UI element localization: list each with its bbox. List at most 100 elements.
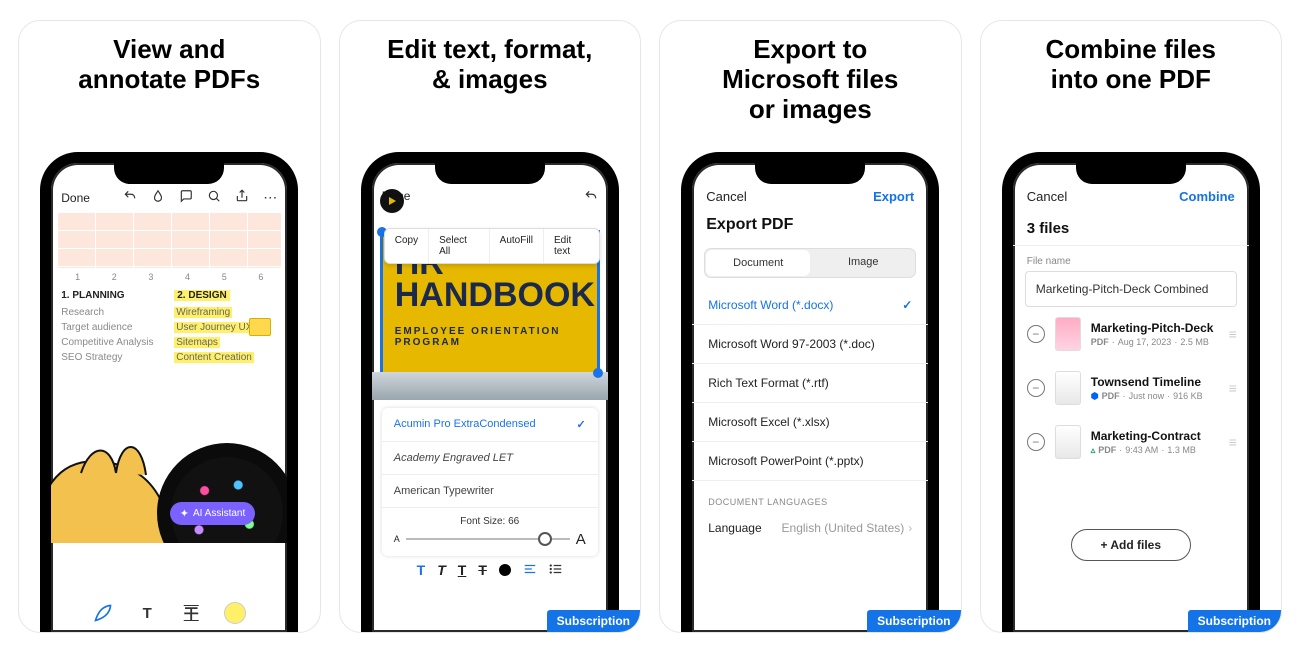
strike-icon[interactable]: T xyxy=(478,562,487,578)
list-item: Target audience xyxy=(61,322,132,333)
chevron-right-icon: › xyxy=(908,521,912,535)
illustration: AI Assistant xyxy=(51,373,287,543)
text-format-toolbar: T T T T xyxy=(372,556,608,585)
undo-icon[interactable] xyxy=(123,189,137,206)
file-thumbnail-icon xyxy=(1055,317,1081,351)
ai-assistant-chip[interactable]: AI Assistant xyxy=(170,502,255,525)
section-label: Document Languages xyxy=(692,481,928,511)
cancel-button[interactable]: Cancel xyxy=(706,189,746,204)
notch xyxy=(114,162,224,184)
ink-icon[interactable] xyxy=(151,189,165,206)
language-label: Language xyxy=(708,521,761,535)
phone-mock-3: Cancel Export Export PDF Document Image … xyxy=(681,152,939,632)
share-icon[interactable] xyxy=(235,189,249,206)
format-option[interactable]: Microsoft Word (*.docx) xyxy=(692,286,928,325)
file-thumbnail-icon xyxy=(1055,371,1081,405)
combine-button[interactable]: Combine xyxy=(1179,189,1235,204)
remove-file-button[interactable]: − xyxy=(1027,433,1045,451)
font-size-label: Font Size: 66 xyxy=(382,508,598,529)
drag-handle-icon[interactable]: ≡ xyxy=(1229,434,1235,450)
spreadsheet-strip xyxy=(57,212,281,268)
italic-icon[interactable]: T xyxy=(437,562,446,578)
doc-title-line-2: HANDBOOK xyxy=(395,279,585,311)
screen-combine: Cancel Combine 3 files File name Marketi… xyxy=(1013,163,1249,632)
file-thumbnail-icon xyxy=(1055,425,1081,459)
remove-file-button[interactable]: − xyxy=(1027,379,1045,397)
drag-handle-icon[interactable]: ≡ xyxy=(1229,380,1235,396)
headline-3: Export to Microsoft files or images xyxy=(714,21,906,133)
slider-knob[interactable] xyxy=(538,532,552,546)
list-item: Competitive Analysis xyxy=(61,337,153,348)
align-icon[interactable] xyxy=(523,562,537,579)
form-tool-icon[interactable]: 干 xyxy=(178,600,204,626)
page-title: 3 files xyxy=(1013,210,1249,246)
column-numbers: 1 2 3 4 5 6 xyxy=(51,268,287,290)
segment-image[interactable]: Image xyxy=(811,249,915,277)
notch xyxy=(755,162,865,184)
slider-max-icon: A xyxy=(576,531,586,548)
headline-2: Edit text, format, & images xyxy=(379,21,600,103)
font-option[interactable]: American Typewriter xyxy=(382,475,598,508)
format-option[interactable]: Rich Text Format (*.rtf) xyxy=(692,364,928,403)
add-files-button[interactable]: Add files xyxy=(1071,529,1191,561)
comment-icon[interactable] xyxy=(179,189,193,206)
file-name: Marketing-Contract xyxy=(1091,429,1219,443)
annotate-toolbar: T 干 xyxy=(51,600,287,626)
language-row[interactable]: Language English (United States)› xyxy=(692,511,928,545)
sticky-note-icon[interactable] xyxy=(249,318,271,336)
list-item: Sitemaps xyxy=(174,337,220,348)
list-item: Research xyxy=(61,307,104,318)
font-picker-panel: Acumin Pro ExtraCondensed Academy Engrav… xyxy=(382,408,598,556)
phone-mock-1: Done ⋯ 1 2 3 4 5 xyxy=(40,152,298,632)
text-tool-icon[interactable]: T xyxy=(134,600,160,626)
color-swatch-icon[interactable] xyxy=(499,564,511,576)
popover-selectall[interactable]: Select All xyxy=(429,229,490,263)
promo-card-4: Combine files into one PDF Cancel Combin… xyxy=(980,20,1283,633)
pen-tool-icon[interactable] xyxy=(90,600,116,626)
export-button[interactable]: Export xyxy=(873,189,914,204)
more-icon[interactable]: ⋯ xyxy=(263,189,277,206)
search-icon[interactable] xyxy=(207,189,221,206)
headline-1: View and annotate PDFs xyxy=(70,21,268,103)
app-badge-icon xyxy=(380,189,404,213)
screen-annotate: Done ⋯ 1 2 3 4 5 xyxy=(51,163,287,632)
notch xyxy=(435,162,545,184)
notch xyxy=(1076,162,1186,184)
font-option[interactable]: Academy Engraved LET xyxy=(382,442,598,475)
segmented-control[interactable]: Document Image xyxy=(704,248,916,278)
font-option[interactable]: Acumin Pro ExtraCondensed xyxy=(382,408,598,442)
format-option[interactable]: Microsoft Excel (*.xlsx) xyxy=(692,403,928,442)
selection-handle-icon[interactable] xyxy=(593,368,603,378)
done-button[interactable]: Done xyxy=(61,191,90,205)
list-item: User Journey UX xyxy=(174,322,254,333)
slider-min-icon: A xyxy=(394,534,400,544)
remove-file-button[interactable]: − xyxy=(1027,325,1045,343)
list-icon[interactable] xyxy=(549,562,563,579)
list-item: SEO Strategy xyxy=(61,352,122,363)
file-row: − Townsend Timeline ⬢PDF·Just now·916 KB… xyxy=(1013,361,1249,415)
format-list: Microsoft Word (*.docx) Microsoft Word 9… xyxy=(692,286,928,481)
segment-document[interactable]: Document xyxy=(706,250,810,276)
popover-edittext[interactable]: Edit text xyxy=(544,229,599,263)
file-row: − Marketing-Pitch-Deck PDF·Aug 17, 2023·… xyxy=(1013,307,1249,361)
popover-copy[interactable]: Copy xyxy=(385,229,429,263)
screen-export: Cancel Export Export PDF Document Image … xyxy=(692,163,928,632)
file-name: Townsend Timeline xyxy=(1091,375,1219,389)
undo-icon[interactable] xyxy=(584,189,598,206)
cancel-button[interactable]: Cancel xyxy=(1027,189,1067,204)
filename-label: File name xyxy=(1013,246,1249,271)
highlight-color-swatch[interactable] xyxy=(222,600,248,626)
format-option[interactable]: Microsoft PowerPoint (*.pptx) xyxy=(692,442,928,481)
list-item: Content Creation xyxy=(174,352,254,363)
drag-handle-icon[interactable]: ≡ xyxy=(1229,326,1235,342)
toolbar-icons: ⋯ xyxy=(123,189,277,206)
format-option[interactable]: Microsoft Word 97-2003 (*.doc) xyxy=(692,325,928,364)
planning-header: 1. PLANNING xyxy=(61,290,164,301)
bold-icon[interactable]: T xyxy=(417,562,426,578)
font-size-slider[interactable]: A A xyxy=(382,529,598,556)
phone-mock-2: Done Copy Select All AutoFill Edit text … xyxy=(361,152,619,632)
filename-field[interactable]: Marketing-Pitch-Deck Combined xyxy=(1025,271,1237,307)
popover-autofill[interactable]: AutoFill xyxy=(490,229,544,263)
underline-icon[interactable]: T xyxy=(458,562,467,578)
list-item: Wireframing xyxy=(174,307,232,318)
